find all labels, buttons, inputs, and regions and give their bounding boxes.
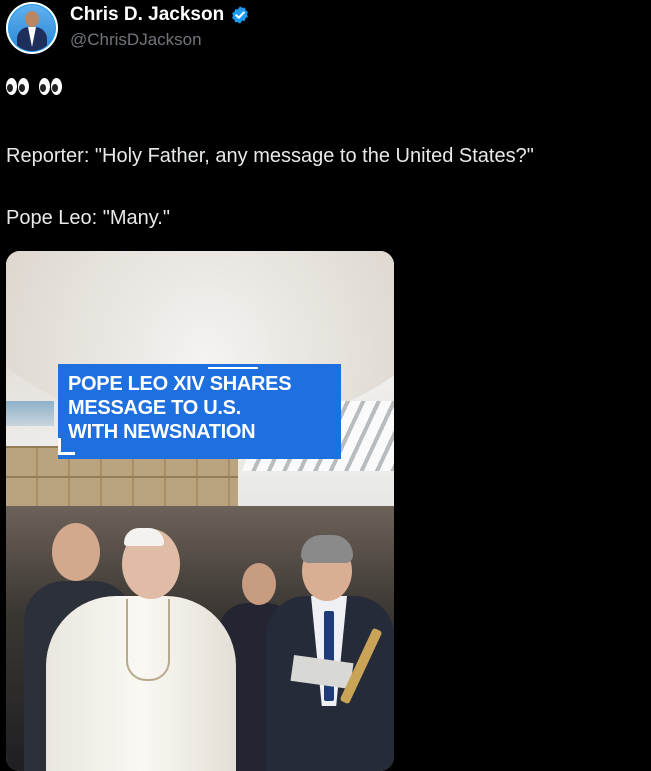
chyron-corner-bracket xyxy=(58,438,75,455)
author-name-row[interactable]: Chris D. Jackson xyxy=(70,4,250,26)
post-text-line-1: Reporter: "Holy Father, any message to t… xyxy=(6,145,534,167)
author-avatar[interactable] xyxy=(6,2,58,54)
chyron-accent-line xyxy=(208,367,258,369)
chyron-text: POPE LEO XIV SHARES MESSAGE TO U.S. WITH… xyxy=(68,373,292,443)
post-video-thumbnail[interactable]: POPE LEO XIV SHARES MESSAGE TO U.S. WITH… xyxy=(6,251,394,771)
eyes-icon xyxy=(6,78,29,95)
window xyxy=(6,401,54,426)
avatar-photo xyxy=(9,5,55,51)
author-name[interactable]: Chris D. Jackson xyxy=(70,4,224,26)
eyes-emoji-row xyxy=(6,78,62,95)
post-text-line-2: Pope Leo: "Many." xyxy=(6,207,170,229)
eyes-icon xyxy=(39,78,62,95)
verified-badge-icon xyxy=(232,6,249,24)
author-handle[interactable]: @ChrisDJackson xyxy=(70,30,202,50)
